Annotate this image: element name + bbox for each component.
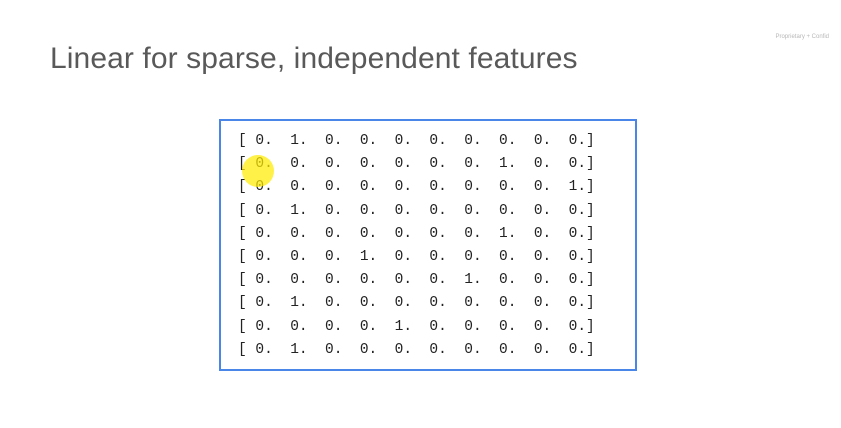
matrix-row: [ 0. 1. 0. 0. 0. 0. 0. 0. 0. 0.]	[238, 202, 595, 219]
matrix-row: [ 0. 0. 0. 1. 0. 0. 0. 0. 0. 0.]	[238, 248, 595, 265]
matrix-row: [ 0. 0. 0. 0. 0. 0. 0. 0. 0. 1.]	[238, 179, 595, 196]
slide-title: Linear for sparse, independent features	[50, 42, 578, 75]
slide: Linear for sparse, independent features …	[0, 0, 841, 428]
confidential-label: Proprietary + Confid	[775, 34, 829, 40]
matrix-row: [ 0. 0. 0. 0. 0. 0. 0. 1. 0. 0.]	[238, 225, 595, 242]
matrix-output: [ 0. 1. 0. 0. 0. 0. 0. 0. 0. 0.] [ 0. 0.…	[238, 130, 595, 362]
matrix-row: [ 0. 0. 0. 0. 0. 0. 1. 0. 0. 0.]	[238, 272, 595, 289]
matrix-row: [ 0. 0. 0. 0. 0. 0. 0. 1. 0. 0.]	[238, 156, 595, 173]
matrix-row: [ 0. 1. 0. 0. 0. 0. 0. 0. 0. 0.]	[238, 341, 595, 358]
cursor-highlight-icon	[242, 155, 274, 187]
matrix-row: [ 0. 1. 0. 0. 0. 0. 0. 0. 0. 0.]	[238, 133, 595, 149]
matrix-row: [ 0. 1. 0. 0. 0. 0. 0. 0. 0. 0.]	[238, 295, 595, 312]
matrix-box: [ 0. 1. 0. 0. 0. 0. 0. 0. 0. 0.] [ 0. 0.…	[219, 119, 637, 371]
matrix-row: [ 0. 0. 0. 0. 1. 0. 0. 0. 0. 0.]	[238, 318, 595, 335]
